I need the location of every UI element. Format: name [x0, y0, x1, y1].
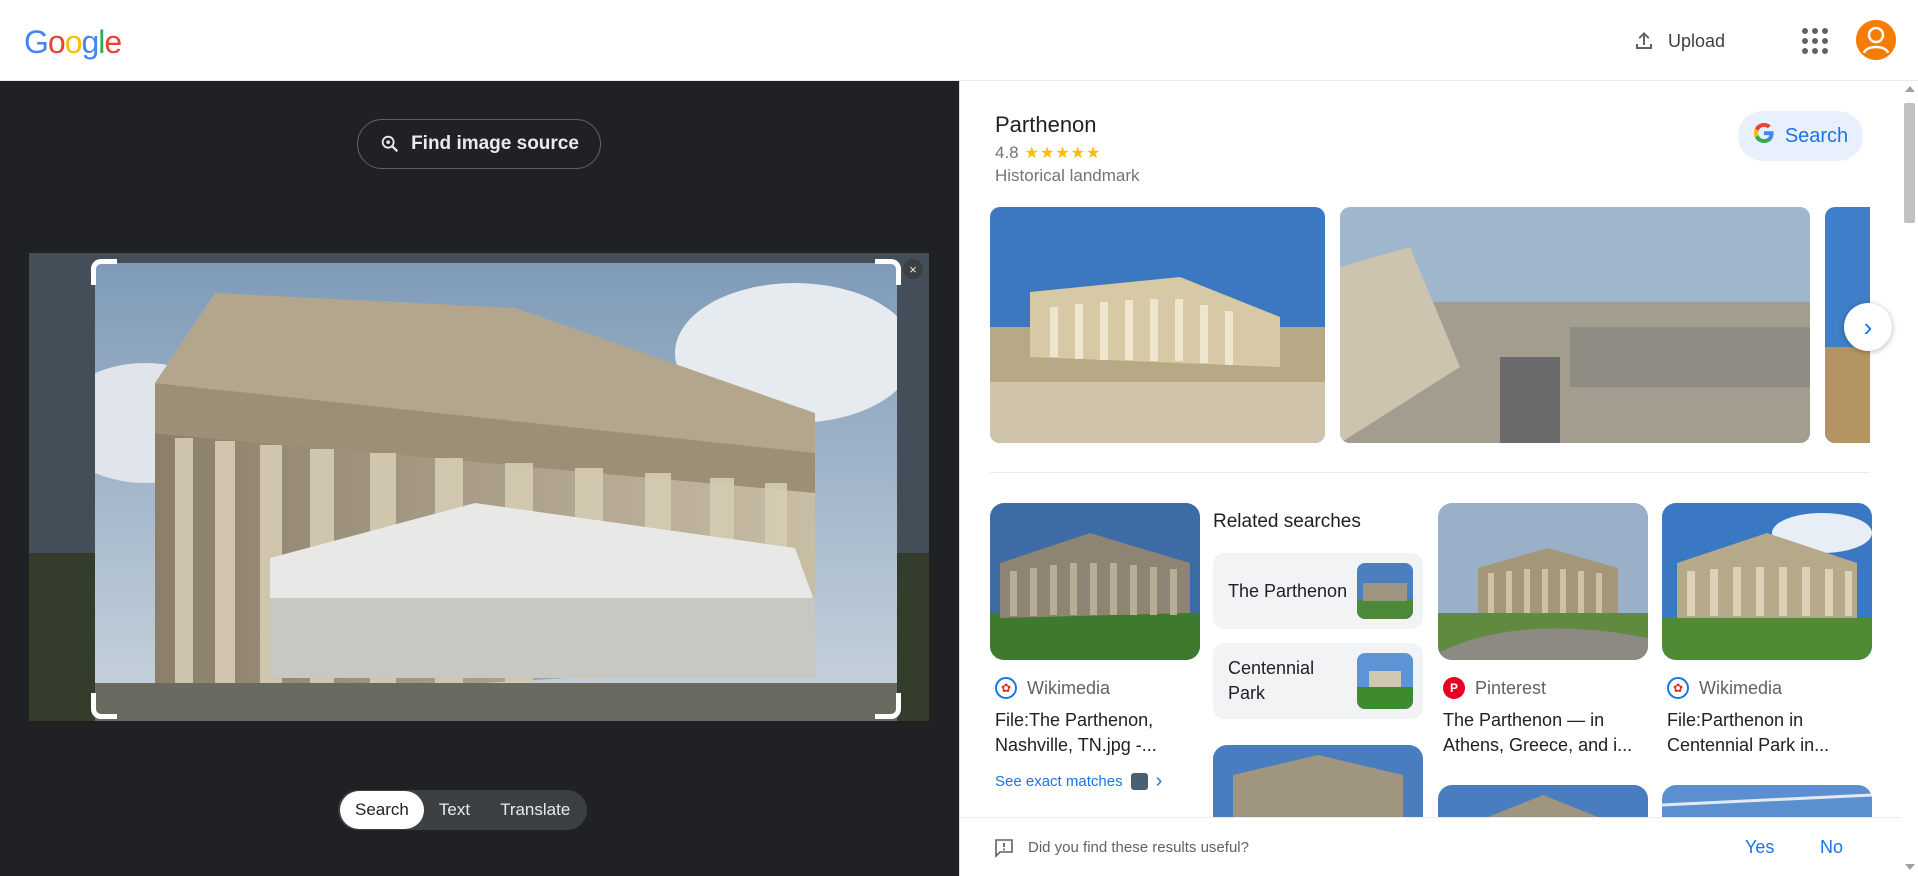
star-rating-icon: ★★★★★: [1024, 145, 1102, 162]
crop-handle-top-right[interactable]: [875, 259, 901, 285]
scroll-down-arrow-icon[interactable]: [1905, 864, 1915, 870]
lens-mode-tabs: Search Text Translate: [338, 790, 588, 830]
exact-match-thumbnail: [1130, 773, 1148, 790]
feedback-no-button[interactable]: No: [1820, 837, 1843, 858]
knowledge-panel-images: [990, 207, 1870, 443]
feedback-bar: Did you find these results useful? Yes N…: [960, 817, 1900, 876]
result-source-name: Wikimedia: [1699, 677, 1783, 698]
result-image-3[interactable]: [1662, 503, 1872, 660]
result-title-1[interactable]: File:The Parthenon, Nashville, TN.jpg -.…: [995, 708, 1205, 758]
related-search-item[interactable]: Centennial Park: [1213, 643, 1423, 719]
result-source-3[interactable]: ✿ Wikimedia: [1667, 677, 1782, 699]
rating: 4.8 ★★★★★: [995, 143, 1101, 163]
wikimedia-icon: ✿: [995, 677, 1017, 699]
exact-matches-label: See exact matches: [995, 773, 1123, 790]
feedback-yes-button[interactable]: Yes: [1745, 837, 1774, 858]
logo-letter-g2: g: [81, 24, 99, 60]
scrollbar-thumb[interactable]: [1904, 103, 1915, 223]
logo-letter-e: e: [104, 24, 122, 60]
results-panel: Parthenon 4.8 ★★★★★ Historical landmark …: [959, 81, 1918, 876]
result-title-2[interactable]: The Parthenon — in Athens, Greece, and i…: [1443, 708, 1653, 758]
find-image-source-button[interactable]: Find image source: [357, 119, 601, 169]
related-search-item[interactable]: The Parthenon: [1213, 553, 1423, 629]
person-icon: [1856, 20, 1896, 60]
logo-letter-o1: o: [47, 24, 66, 60]
find-source-label: Find image source: [411, 133, 579, 154]
upload-label: Upload: [1668, 30, 1726, 51]
search-button[interactable]: Search: [1738, 111, 1863, 161]
result-image-1[interactable]: [990, 503, 1200, 660]
related-image[interactable]: [1213, 745, 1423, 825]
logo-letter-g: G: [24, 24, 49, 60]
uploaded-image[interactable]: ×: [29, 253, 929, 721]
chevron-right-icon: ›: [1155, 770, 1163, 792]
top-bar: Google Upload: [0, 0, 1918, 81]
related-search-label: Centennial Park: [1228, 658, 1315, 703]
crop-handle-bottom-left[interactable]: [91, 693, 117, 719]
result-source-name: Pinterest: [1475, 677, 1547, 698]
lens-image-panel: Find image source × Search Text Translat…: [0, 81, 959, 876]
logo-letter-o2: o: [64, 24, 83, 60]
tab-translate[interactable]: Translate: [485, 791, 585, 829]
google-g-icon: [1753, 122, 1775, 150]
crop-handle-top-left[interactable]: [91, 259, 117, 285]
result-source-1[interactable]: ✿ Wikimedia: [995, 677, 1110, 699]
result-title-3[interactable]: File:Parthenon in Centennial Park in...: [1667, 708, 1877, 758]
scroll-up-arrow-icon[interactable]: [1905, 86, 1915, 92]
lens-search-icon: [381, 135, 399, 153]
search-button-label: Search: [1784, 124, 1849, 147]
feedback-question: Did you find these results useful?: [1028, 839, 1249, 856]
upload-button[interactable]: Upload: [1632, 22, 1725, 60]
result-source-name: Wikimedia: [1027, 677, 1111, 698]
place-type: Historical landmark: [995, 166, 1140, 185]
related-search-thumbnail: [1357, 653, 1413, 709]
related-searches-title: Related searches: [1213, 511, 1361, 532]
upload-icon: [1636, 32, 1652, 49]
wikimedia-icon: ✿: [1667, 677, 1689, 699]
tab-text[interactable]: Text: [424, 791, 485, 829]
result-source-2[interactable]: P Pinterest: [1443, 677, 1546, 699]
crop-handle-bottom-right[interactable]: [875, 693, 901, 719]
pinterest-icon: P: [1443, 677, 1465, 699]
google-apps-icon[interactable]: [1802, 28, 1828, 54]
account-avatar[interactable]: [1856, 20, 1896, 60]
kp-image-1[interactable]: [990, 207, 1325, 443]
parthenon-nashville-photo: [95, 263, 897, 721]
related-search-label: The Parthenon: [1228, 580, 1348, 601]
kp-image-2[interactable]: [1340, 207, 1810, 443]
result-image-2[interactable]: [1438, 503, 1648, 660]
rating-value: 4.8: [995, 143, 1019, 162]
knowledge-panel-title[interactable]: Parthenon: [995, 112, 1097, 138]
see-exact-matches-link[interactable]: See exact matches ›: [995, 770, 1162, 793]
section-divider: [990, 472, 1870, 473]
tab-search[interactable]: Search: [340, 791, 424, 829]
scrollbar[interactable]: [1900, 81, 1918, 876]
related-search-thumbnail: [1357, 563, 1413, 619]
google-logo[interactable]: Google: [24, 24, 122, 61]
next-images-arrow[interactable]: ›: [1844, 303, 1892, 351]
feedback-icon: [995, 839, 1013, 858]
crop-region[interactable]: [95, 263, 897, 721]
close-icon[interactable]: ×: [903, 259, 923, 279]
